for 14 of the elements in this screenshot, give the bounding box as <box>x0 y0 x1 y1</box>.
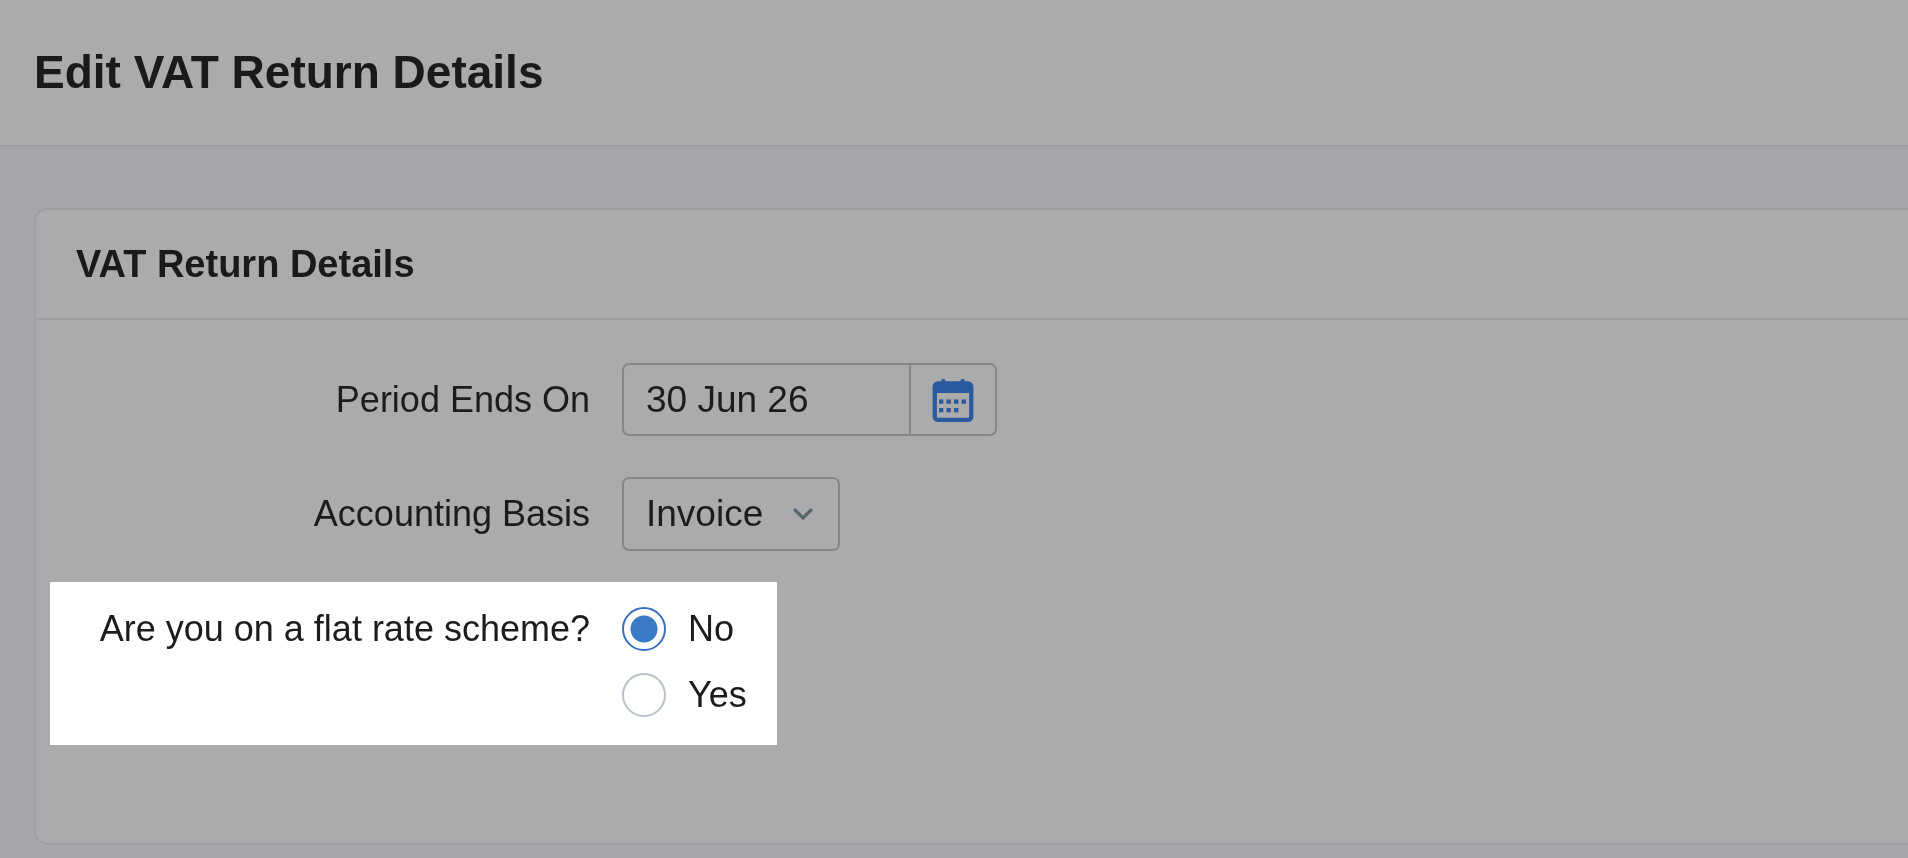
calendar-icon <box>931 377 975 422</box>
select-dropdown[interactable]: Invoice <box>622 477 840 551</box>
page-title: Edit VAT Return Details <box>34 44 544 100</box>
radio-label[interactable]: Yes <box>688 673 747 717</box>
card-title: VAT Return Details <box>76 242 415 286</box>
field-label: Are you on a flat rate scheme? <box>98 607 590 651</box>
radio-label[interactable]: No <box>688 607 735 651</box>
field-label: Accounting Basis <box>312 492 590 536</box>
calendar-button[interactable] <box>909 363 997 436</box>
radio-button[interactable] <box>622 673 666 717</box>
field-label: Period Ends On <box>334 377 590 422</box>
chevron-down-icon <box>793 508 814 520</box>
date-field[interactable]: 30 Jun 26 <box>622 363 909 436</box>
radio-button[interactable] <box>622 607 666 651</box>
